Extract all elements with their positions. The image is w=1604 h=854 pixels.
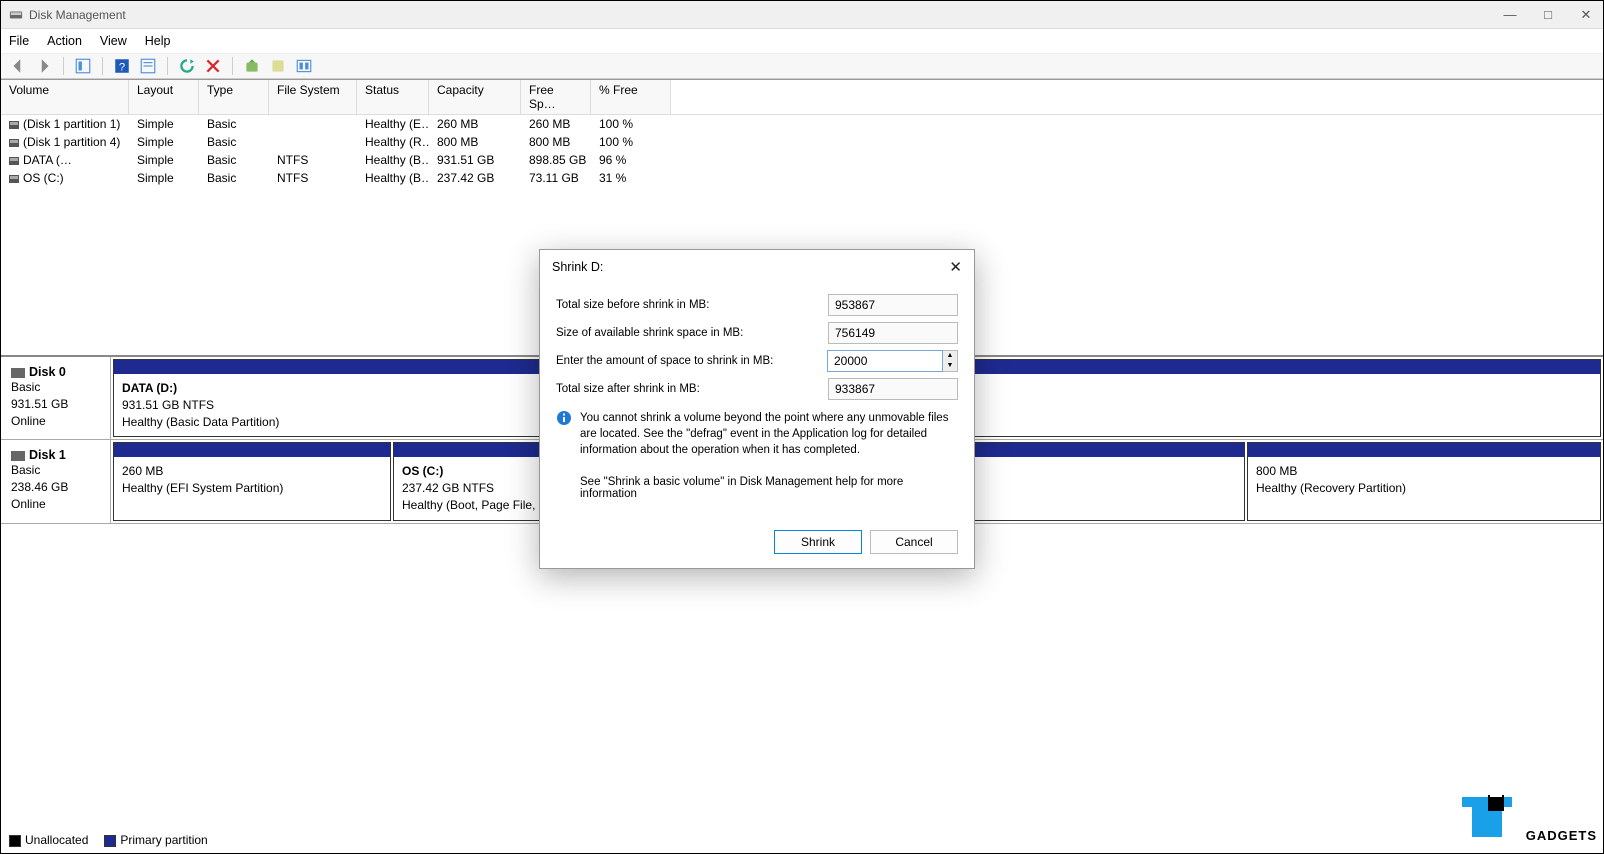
col-volume[interactable]: Volume: [1, 80, 129, 114]
spinner-down-button[interactable]: ▼: [943, 361, 957, 371]
properties-icon[interactable]: [139, 57, 157, 75]
col-capacity[interactable]: Capacity: [429, 80, 521, 114]
total-after-value: [828, 378, 958, 400]
shrink-dialog: Shrink D: ✕ Total size before shrink in …: [539, 249, 975, 569]
menu-action[interactable]: Action: [47, 34, 82, 48]
help-text: See "Shrink a basic volume" in Disk Mana…: [580, 476, 958, 500]
info-icon: [556, 410, 572, 426]
window-title: Disk Management: [29, 8, 1501, 22]
menu-file[interactable]: File: [9, 34, 29, 48]
dialog-close-button[interactable]: ✕: [949, 258, 962, 276]
show-tree-icon[interactable]: [74, 57, 92, 75]
partition[interactable]: 260 MBHealthy (EFI System Partition): [113, 442, 391, 520]
dialog-title: Shrink D:: [552, 260, 603, 274]
col-free[interactable]: Free Sp…: [521, 80, 591, 114]
available-shrink-label: Size of available shrink space in MB:: [556, 327, 828, 339]
total-after-label: Total size after shrink in MB:: [556, 383, 828, 395]
legend: Unallocated Primary partition: [9, 833, 208, 847]
menu-view[interactable]: View: [100, 34, 127, 48]
col-type[interactable]: Type: [199, 80, 269, 114]
menubar: File Action View Help: [1, 29, 1603, 53]
create-vhd-icon[interactable]: [243, 57, 261, 75]
amount-to-shrink-label: Enter the amount of space to shrink in M…: [556, 355, 827, 367]
shrink-button[interactable]: Shrink: [774, 530, 862, 554]
volume-row[interactable]: (Disk 1 partition 4)SimpleBasicHealthy (…: [1, 133, 1603, 151]
menu-help[interactable]: Help: [145, 34, 171, 48]
cancel-button[interactable]: Cancel: [870, 530, 958, 554]
refresh-icon[interactable]: [178, 57, 196, 75]
delete-icon[interactable]: [204, 57, 222, 75]
minimize-button[interactable]: —: [1501, 7, 1519, 23]
disk-0-label[interactable]: Disk 0 Basic 931.51 GB Online: [1, 357, 111, 439]
settings-icon[interactable]: [295, 57, 313, 75]
volume-row[interactable]: (Disk 1 partition 1)SimpleBasicHealthy (…: [1, 115, 1603, 133]
amount-to-shrink-input[interactable]: [827, 350, 943, 372]
volume-row[interactable]: DATA (…SimpleBasicNTFSHealthy (B…931.51 …: [1, 151, 1603, 169]
help-icon[interactable]: ?: [113, 57, 131, 75]
disk-1-label[interactable]: Disk 1 Basic 238.46 GB Online: [1, 440, 111, 522]
maximize-button[interactable]: □: [1539, 7, 1557, 23]
close-window-button[interactable]: ✕: [1577, 7, 1595, 23]
volume-table-header: Volume Layout Type File System Status Ca…: [1, 80, 1603, 115]
watermark: GADGETS: [1452, 787, 1597, 847]
col-status[interactable]: Status: [357, 80, 429, 114]
spinner-up-button[interactable]: ▲: [943, 351, 957, 361]
info-text: You cannot shrink a volume beyond the po…: [580, 410, 958, 458]
col-filesystem[interactable]: File System: [269, 80, 357, 114]
disk-management-icon: [9, 8, 23, 22]
total-before-value: [828, 294, 958, 316]
attach-vhd-icon[interactable]: [269, 57, 287, 75]
volume-row[interactable]: OS (C:)SimpleBasicNTFSHealthy (B…237.42 …: [1, 169, 1603, 187]
partition[interactable]: 800 MBHealthy (Recovery Partition): [1247, 442, 1601, 520]
col-pctfree[interactable]: % Free: [591, 80, 671, 114]
titlebar: Disk Management — □ ✕: [1, 1, 1603, 29]
disk-icon: [11, 368, 25, 378]
legend-primary-swatch: [104, 835, 116, 847]
total-before-label: Total size before shrink in MB:: [556, 299, 828, 311]
back-icon[interactable]: [9, 57, 27, 75]
svg-text:?: ?: [119, 62, 125, 74]
forward-icon[interactable]: [35, 57, 53, 75]
col-layout[interactable]: Layout: [129, 80, 199, 114]
toolbar: ?: [1, 53, 1603, 79]
disk-icon: [11, 451, 25, 461]
available-shrink-value: [828, 322, 958, 344]
legend-unallocated-swatch: [9, 835, 21, 847]
